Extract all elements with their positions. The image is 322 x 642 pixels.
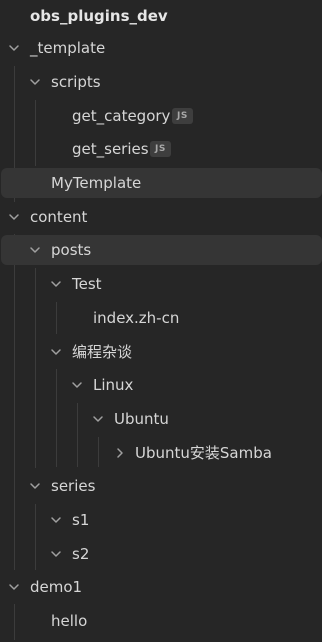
folder-label: s1	[72, 511, 90, 529]
tree-folder-series[interactable]: series	[0, 471, 322, 501]
folder-label: posts	[51, 241, 92, 259]
tree-file-get-category[interactable]: get_category JS	[0, 101, 322, 131]
tree-folder-ubuntu-samba[interactable]: Ubuntu安装Samba	[0, 438, 322, 468]
folder-label: scripts	[51, 73, 101, 91]
tree-folder-s2[interactable]: s2	[0, 539, 322, 569]
tree-folder-ubuntu[interactable]: Ubuntu	[0, 404, 322, 434]
file-explorer: obs_plugins_dev _template scripts get_ca…	[0, 0, 322, 642]
chevron-down-icon[interactable]	[28, 479, 42, 493]
chevron-down-icon[interactable]	[91, 412, 105, 426]
tree-folder-posts[interactable]: posts	[1, 235, 322, 265]
tree-file-hello[interactable]: hello	[0, 606, 322, 636]
tree-folder-demo1[interactable]: demo1	[0, 572, 322, 602]
vault-title-row[interactable]: obs_plugins_dev	[0, 1, 322, 31]
folder-label: Test	[72, 275, 102, 293]
chevron-down-icon[interactable]	[7, 210, 21, 224]
file-label: MyTemplate	[51, 174, 142, 192]
tree-folder-biancheng[interactable]: 编程杂谈	[0, 337, 322, 367]
chevron-down-icon[interactable]	[28, 75, 42, 89]
tree-folder-scripts[interactable]: scripts	[0, 67, 322, 97]
folder-label: 编程杂谈	[72, 343, 133, 361]
vault-title: obs_plugins_dev	[30, 7, 168, 25]
folder-label: Linux	[93, 376, 134, 394]
folder-label: content	[30, 208, 88, 226]
chevron-down-icon[interactable]	[7, 41, 21, 55]
folder-label: series	[51, 477, 96, 495]
chevron-down-icon[interactable]	[70, 378, 84, 392]
chevron-down-icon[interactable]	[49, 547, 63, 561]
tree-file-get-series[interactable]: get_series JS	[0, 134, 322, 164]
chevron-down-icon[interactable]	[49, 513, 63, 527]
file-extension-badge: JS	[150, 141, 171, 157]
folder-label: demo1	[30, 578, 83, 596]
chevron-right-icon[interactable]	[113, 446, 127, 460]
folder-label: Ubuntu安装Samba	[135, 444, 272, 462]
file-label: hello	[51, 612, 88, 630]
tree-folder-linux[interactable]: Linux	[0, 370, 322, 400]
folder-label: s2	[72, 545, 90, 563]
tree-file-index-zh-cn[interactable]: index.zh-cn	[0, 303, 322, 333]
folder-label: Ubuntu	[114, 410, 169, 428]
file-label: get_series	[72, 140, 149, 158]
folder-label: _template	[30, 39, 106, 57]
file-extension-badge: JS	[172, 108, 193, 124]
tree-folder-template[interactable]: _template	[0, 33, 322, 63]
chevron-down-icon[interactable]	[49, 345, 63, 359]
chevron-down-icon[interactable]	[28, 243, 42, 257]
file-label: index.zh-cn	[93, 309, 180, 327]
chevron-down-icon[interactable]	[49, 277, 63, 291]
chevron-down-icon[interactable]	[7, 580, 21, 594]
tree-folder-content[interactable]: content	[0, 202, 322, 232]
tree-folder-test[interactable]: Test	[0, 269, 322, 299]
tree-folder-s1[interactable]: s1	[0, 505, 322, 535]
tree-file-mytemplate[interactable]: MyTemplate	[1, 168, 322, 198]
file-label: get_category	[72, 107, 171, 125]
